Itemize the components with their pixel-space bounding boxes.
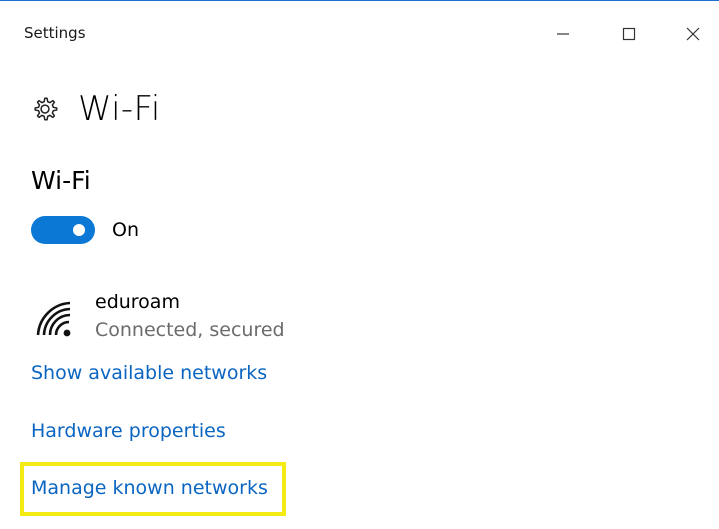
maximize-icon — [622, 27, 636, 41]
page-title: Wi-Fi — [78, 89, 161, 129]
hardware-properties-link[interactable]: Hardware properties — [31, 420, 226, 442]
minimize-button[interactable] — [540, 15, 586, 53]
network-status: Connected, secured — [95, 319, 285, 341]
title-bar: Settings — [0, 1, 719, 63]
toggle-state-label: On — [112, 219, 139, 241]
page-header: Wi-Fi — [30, 89, 161, 129]
close-icon — [686, 27, 700, 41]
network-text: eduroam Connected, secured — [95, 289, 285, 345]
network-name: eduroam — [95, 291, 180, 313]
settings-window: Settings Wi-Fi Wi-Fi On eduroam Connecte… — [0, 0, 719, 529]
show-available-networks-link[interactable]: Show available networks — [31, 362, 267, 384]
app-title: Settings — [24, 24, 86, 42]
wifi-toggle[interactable] — [31, 216, 95, 244]
manage-known-networks-link[interactable]: Manage known networks — [31, 477, 268, 499]
gear-icon — [34, 97, 58, 121]
maximize-button[interactable] — [606, 15, 652, 53]
wifi-signal-icon — [36, 301, 71, 337]
wifi-toggle-row: On — [31, 216, 139, 244]
toggle-knob — [73, 224, 85, 236]
close-button[interactable] — [670, 15, 716, 53]
minimize-icon — [557, 33, 569, 35]
wifi-section-title: Wi-Fi — [31, 166, 91, 195]
network-item-eduroam[interactable]: eduroam Connected, secured — [32, 289, 285, 345]
